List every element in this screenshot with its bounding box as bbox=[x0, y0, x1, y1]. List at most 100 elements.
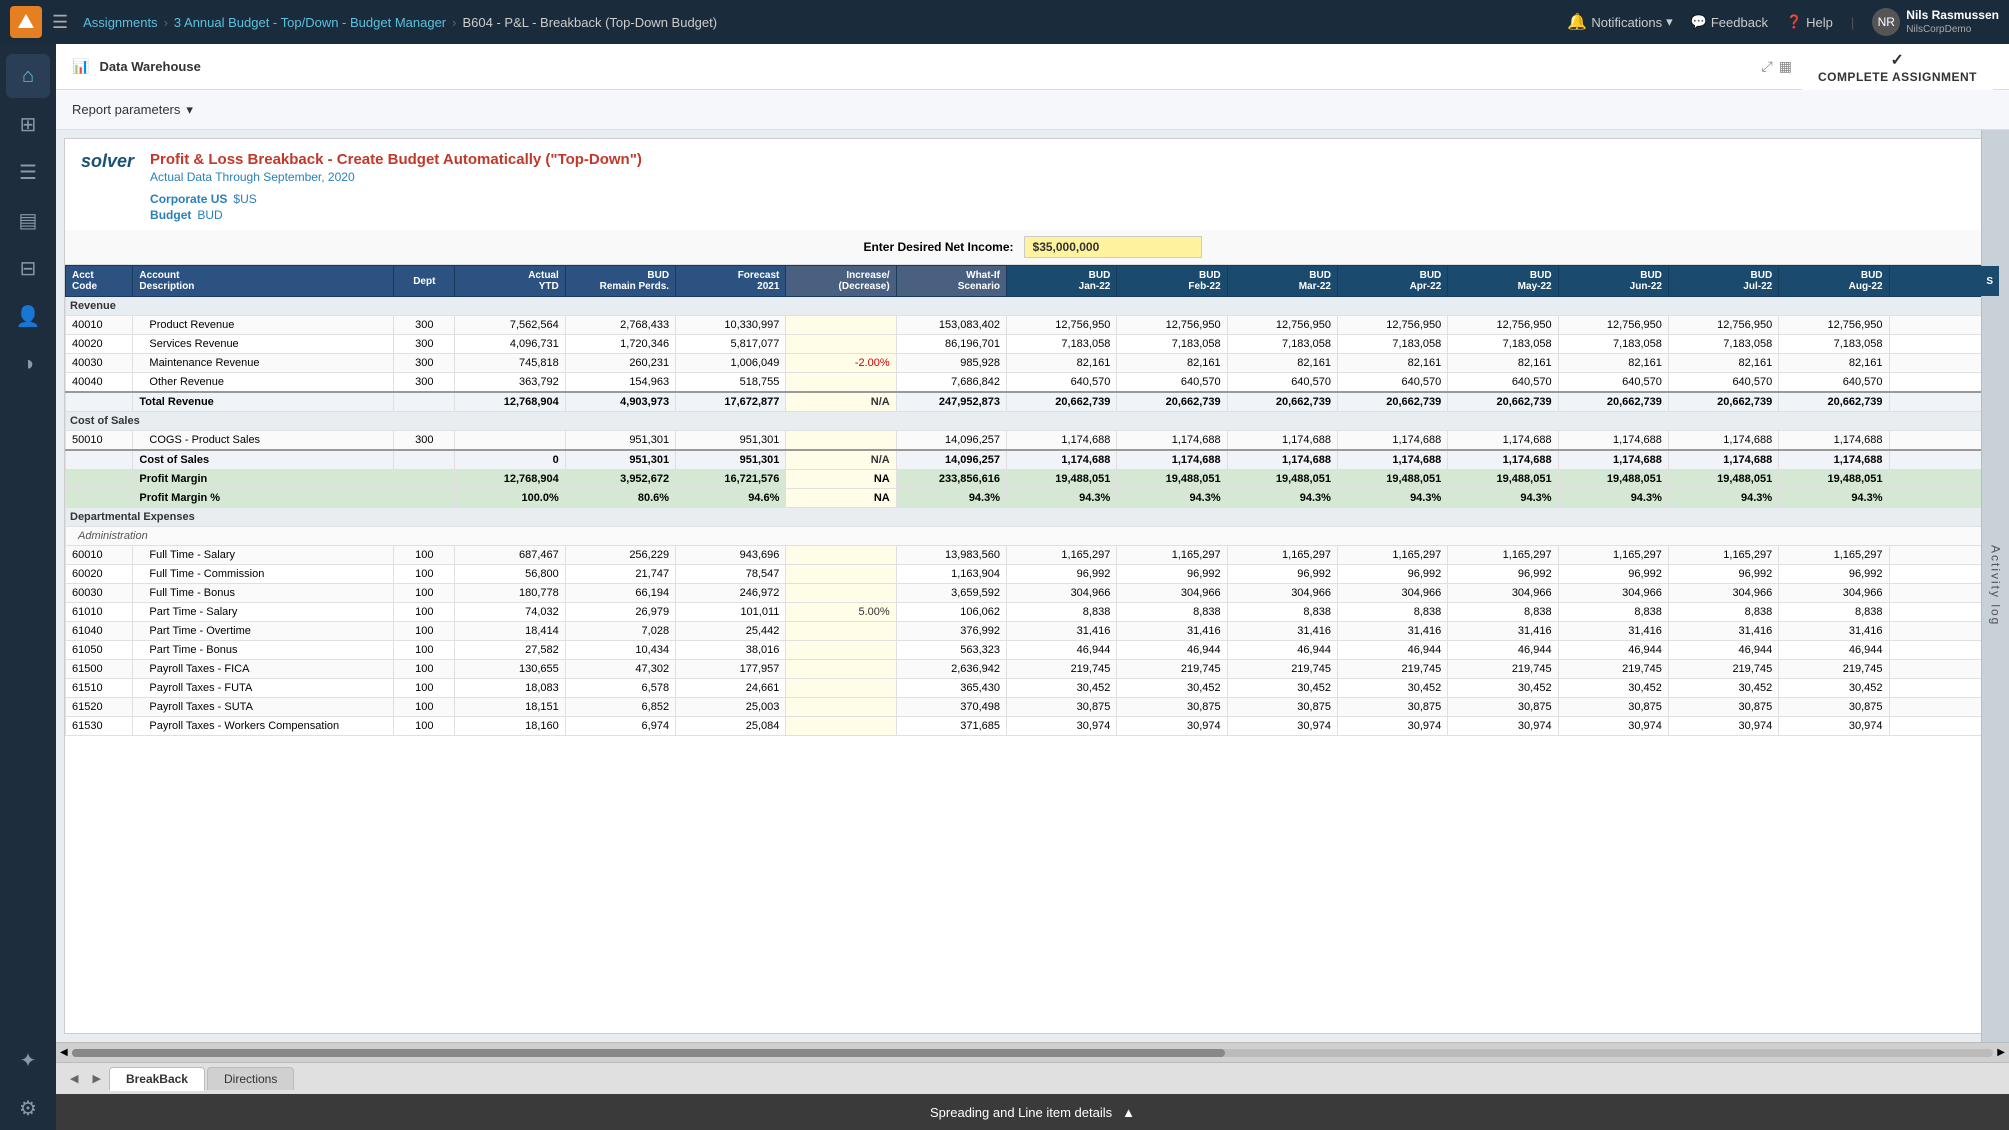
col-bud-jun: BUDJun-22 bbox=[1558, 266, 1668, 297]
sidebar-item-table[interactable]: ⊟ bbox=[6, 246, 50, 290]
net-income-input[interactable] bbox=[1024, 236, 1202, 258]
scroll-right-btn[interactable]: ▶ bbox=[1997, 1047, 2005, 1058]
col-bud-feb: BUDFeb-22 bbox=[1117, 266, 1227, 297]
breadcrumb: Assignments › 3 Annual Budget - Top/Down… bbox=[83, 15, 1557, 30]
sidebar-item-chart[interactable]: ◑ bbox=[6, 342, 50, 386]
spreadsheet-container[interactable]: solver Profit & Loss Breakback - Create … bbox=[64, 138, 2001, 1034]
increase-decrease[interactable] bbox=[786, 373, 896, 393]
bud-jan: 94.3% bbox=[1007, 489, 1117, 508]
bud-jun: 12,756,950 bbox=[1558, 316, 1668, 335]
section-label: Revenue bbox=[66, 297, 2000, 316]
net-income-label: Enter Desired Net Income: bbox=[863, 240, 1013, 254]
user-menu[interactable]: NR Nils Rasmussen NilsCorpDemo bbox=[1872, 8, 1999, 37]
increase-decrease[interactable] bbox=[786, 546, 896, 565]
increase-decrease[interactable]: N/A bbox=[786, 450, 896, 470]
bud-jan: 8,838 bbox=[1007, 603, 1117, 622]
bud-jun: 219,745 bbox=[1558, 660, 1668, 679]
bud-mar: 8,838 bbox=[1227, 603, 1337, 622]
user-avatar: NR bbox=[1872, 8, 1900, 36]
increase-decrease[interactable] bbox=[786, 717, 896, 736]
report-params-button[interactable]: Report parameters ▾ bbox=[72, 102, 193, 118]
dw-icon: 📊 bbox=[72, 58, 89, 75]
dept: 100 bbox=[394, 717, 455, 736]
profit-desc: Profit Margin % bbox=[133, 489, 394, 508]
feedback-label: Feedback bbox=[1711, 15, 1768, 30]
help-button[interactable]: ❓ Help bbox=[1786, 14, 1833, 30]
bud-remain: 4,903,973 bbox=[565, 392, 675, 412]
bud-remain: 6,974 bbox=[565, 717, 675, 736]
sidebar-item-settings[interactable]: ⚙ bbox=[6, 1086, 50, 1130]
tab-prev-btn[interactable]: ◀ bbox=[64, 1070, 84, 1087]
actual-ytd bbox=[455, 431, 565, 451]
secondary-right: ⤢ ▦ bbox=[1762, 58, 1792, 75]
increase-decrease[interactable] bbox=[786, 565, 896, 584]
help-label: Help bbox=[1806, 15, 1833, 30]
expand-icon[interactable]: ⤢ bbox=[1762, 58, 1773, 75]
sidebar-item-report[interactable]: ▤ bbox=[6, 198, 50, 242]
forecast: 10,330,997 bbox=[676, 316, 786, 335]
whatif-scenario: 247,952,873 bbox=[896, 392, 1006, 412]
tab-breakback[interactable]: BreakBack bbox=[109, 1067, 205, 1091]
notifications-button[interactable]: 🔔 Notifications ▾ bbox=[1567, 12, 1672, 32]
bud-apr: 31,416 bbox=[1337, 622, 1447, 641]
dept: 300 bbox=[394, 431, 455, 451]
bud-may: 20,662,739 bbox=[1448, 392, 1558, 412]
bud-apr: 46,944 bbox=[1337, 641, 1447, 660]
whatif-scenario: 376,992 bbox=[896, 622, 1006, 641]
increase-decrease[interactable] bbox=[786, 335, 896, 354]
sidebar-item-grid[interactable]: ⊞ bbox=[6, 102, 50, 146]
increase-decrease[interactable] bbox=[786, 679, 896, 698]
bud-jan: 219,745 bbox=[1007, 660, 1117, 679]
bud-apr: 1,174,688 bbox=[1337, 431, 1447, 451]
bud-apr: 1,165,297 bbox=[1337, 546, 1447, 565]
actual-ytd: 12,768,904 bbox=[455, 392, 565, 412]
scroll-left-btn[interactable]: ◀ bbox=[60, 1047, 68, 1058]
increase-decrease[interactable]: 5.00% bbox=[786, 603, 896, 622]
bud-jul: 19,488,051 bbox=[1668, 470, 1778, 489]
increase-decrease[interactable] bbox=[786, 660, 896, 679]
hamburger-menu[interactable]: ☰ bbox=[52, 12, 68, 33]
sidebar-item-list[interactable]: ☰ bbox=[6, 150, 50, 194]
bud-feb: 7,183,058 bbox=[1117, 335, 1227, 354]
bud-jan: 31,416 bbox=[1007, 622, 1117, 641]
breadcrumb-assignments[interactable]: Assignments bbox=[83, 15, 157, 30]
tab-next-btn[interactable]: ▶ bbox=[86, 1070, 106, 1087]
bud-jun: 30,974 bbox=[1558, 717, 1668, 736]
forecast: 246,972 bbox=[676, 584, 786, 603]
sidebar-item-tools[interactable]: ✦ bbox=[6, 1038, 50, 1082]
table-row: 40030 Maintenance Revenue 300 745,818 26… bbox=[66, 354, 2000, 373]
bud-aug: 8,838 bbox=[1779, 603, 1889, 622]
feedback-button[interactable]: 💬 Feedback bbox=[1691, 14, 1768, 30]
increase-decrease[interactable] bbox=[786, 584, 896, 603]
increase-decrease[interactable] bbox=[786, 622, 896, 641]
bud-remain: 6,852 bbox=[565, 698, 675, 717]
bud-jan: 304,966 bbox=[1007, 584, 1117, 603]
whatif-scenario: 106,062 bbox=[896, 603, 1006, 622]
increase-decrease[interactable] bbox=[786, 316, 896, 335]
status-bar[interactable]: Spreading and Line item details ▲ bbox=[56, 1094, 2009, 1130]
table-row: 40020 Services Revenue 300 4,096,731 1,7… bbox=[66, 335, 2000, 354]
dept: 300 bbox=[394, 354, 455, 373]
increase-decrease[interactable]: -2.00% bbox=[786, 354, 896, 373]
grid-view-icon[interactable]: ▦ bbox=[1779, 58, 1792, 75]
forecast: 25,442 bbox=[676, 622, 786, 641]
bud-may: 82,161 bbox=[1448, 354, 1558, 373]
breadcrumb-annual-budget[interactable]: 3 Annual Budget - Top/Down - Budget Mana… bbox=[174, 15, 446, 30]
increase-decrease[interactable]: N/A bbox=[786, 392, 896, 412]
complete-assignment-button[interactable]: ✓ COMPLETE ASSIGNMENT bbox=[1802, 44, 1993, 90]
acct-desc: Full Time - Commission bbox=[133, 565, 394, 584]
scrollbar[interactable] bbox=[72, 1049, 1994, 1057]
increase-decrease[interactable] bbox=[786, 698, 896, 717]
bud-mar: 19,488,051 bbox=[1227, 470, 1337, 489]
sidebar-item-home[interactable]: ⌂ bbox=[6, 54, 50, 98]
sidebar-item-user[interactable]: 👤 bbox=[6, 294, 50, 338]
whatif-scenario: 14,096,257 bbox=[896, 431, 1006, 451]
increase-decrease[interactable] bbox=[786, 431, 896, 451]
bud-feb: 1,174,688 bbox=[1117, 450, 1227, 470]
increase-decrease[interactable] bbox=[786, 641, 896, 660]
acct-desc: COGS - Product Sales bbox=[133, 431, 394, 451]
bud-feb: 1,174,688 bbox=[1117, 431, 1227, 451]
forecast: 943,696 bbox=[676, 546, 786, 565]
bud-apr: 8,838 bbox=[1337, 603, 1447, 622]
tab-directions[interactable]: Directions bbox=[207, 1067, 294, 1090]
